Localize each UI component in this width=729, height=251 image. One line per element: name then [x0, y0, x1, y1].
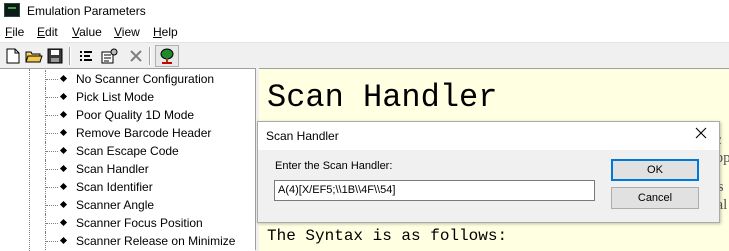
diamond-bullet-icon	[59, 200, 68, 209]
dialog-title: Scan Handler	[266, 129, 339, 143]
open-folder-icon[interactable]	[25, 47, 43, 65]
help-title: Scan Handler	[267, 79, 498, 116]
configure-icon[interactable]	[101, 47, 119, 65]
tree-icon	[158, 47, 176, 65]
close-icon[interactable]	[693, 127, 709, 143]
diamond-bullet-icon	[59, 218, 68, 227]
menu-bar: File Edit Value View Help	[0, 22, 729, 42]
tree-connector	[46, 223, 58, 224]
menu-edit[interactable]: Edit	[37, 25, 58, 39]
tree-connector	[46, 241, 58, 242]
tree-item[interactable]: Scanner Focus Position	[0, 214, 255, 232]
diamond-bullet-icon	[59, 110, 68, 119]
scan-handler-input[interactable]: A(4)[X/EF5;\\1B\\4F\\54]	[274, 180, 595, 201]
toolbar	[0, 42, 729, 69]
dialog-prompt: Enter the Scan Handler:	[275, 160, 393, 172]
ok-button[interactable]: OK	[611, 159, 699, 181]
help-syntax-line: The Syntax is as follows:	[267, 227, 508, 245]
tree-item-label: Scanner Release on Minimize	[76, 234, 236, 248]
new-file-icon[interactable]	[4, 47, 22, 65]
tree-item-label: Scanner Angle	[76, 198, 155, 212]
tree-item[interactable]: Poor Quality 1D Mode	[0, 106, 255, 124]
tree-item-label: No Scanner Configuration	[76, 72, 215, 86]
diamond-bullet-icon	[59, 182, 68, 191]
scan-handler-dialog: Scan Handler Enter the Scan Handler: A(4…	[257, 121, 720, 223]
tree-item-label: Scan Escape Code	[76, 144, 179, 158]
tree-item[interactable]: No Scanner Configuration	[0, 70, 255, 88]
tree-connector	[46, 169, 58, 170]
tree-item[interactable]: Scanner Angle	[0, 196, 255, 214]
settings-tree: No Scanner Configuration Pick List Mode …	[0, 68, 255, 251]
delete-icon[interactable]	[127, 47, 145, 65]
tree-item-label: Scan Identifier	[76, 180, 153, 194]
tree-connector	[46, 97, 58, 98]
tree-item[interactable]: Scan Escape Code	[0, 142, 255, 160]
diamond-bullet-icon	[59, 146, 68, 155]
menu-file[interactable]: File	[5, 25, 24, 39]
diamond-bullet-icon	[59, 164, 68, 173]
tree-item-label: Remove Barcode Header	[76, 126, 212, 140]
menu-value[interactable]: Value	[72, 25, 102, 39]
tree-item-label: Pick List Mode	[76, 90, 155, 104]
window-title: Emulation Parameters	[27, 4, 146, 18]
tree-item-label: Poor Quality 1D Mode	[76, 108, 195, 122]
tree-item-selected[interactable]: Scan Handler	[0, 160, 255, 178]
tree-item-label: Scanner Focus Position	[76, 216, 203, 230]
dialog-body: Enter the Scan Handler: A(4)[X/EF5;\\1B\…	[258, 150, 719, 222]
diamond-bullet-icon	[59, 128, 68, 137]
diamond-bullet-icon	[59, 74, 68, 83]
toolbar-separator	[69, 47, 71, 65]
tree-item[interactable]: Scan Identifier	[0, 178, 255, 196]
tree-item[interactable]: Remove Barcode Header	[0, 124, 255, 142]
tree-connector	[46, 115, 58, 116]
save-icon[interactable]	[46, 47, 64, 65]
tree-item[interactable]: Pick List Mode	[0, 88, 255, 106]
menu-help[interactable]: Help	[153, 25, 178, 39]
tree-connector	[46, 79, 58, 80]
tree-item-label: Scan Handler	[76, 162, 149, 176]
diamond-bullet-icon	[59, 236, 68, 245]
menu-view[interactable]: View	[114, 25, 140, 39]
tree-connector	[46, 133, 58, 134]
cancel-button[interactable]: Cancel	[611, 187, 699, 209]
title-bar: Emulation Parameters	[0, 0, 729, 22]
diamond-bullet-icon	[59, 92, 68, 101]
dialog-title-bar: Scan Handler	[258, 122, 719, 150]
app-icon	[4, 3, 20, 17]
properties-list-icon[interactable]	[77, 47, 95, 65]
toolbar-separator	[149, 47, 151, 65]
tree-connector	[46, 205, 58, 206]
tree-connector	[46, 187, 58, 188]
tree-item[interactable]: Scanner Release on Minimize	[0, 232, 255, 250]
tree-connector	[46, 151, 58, 152]
